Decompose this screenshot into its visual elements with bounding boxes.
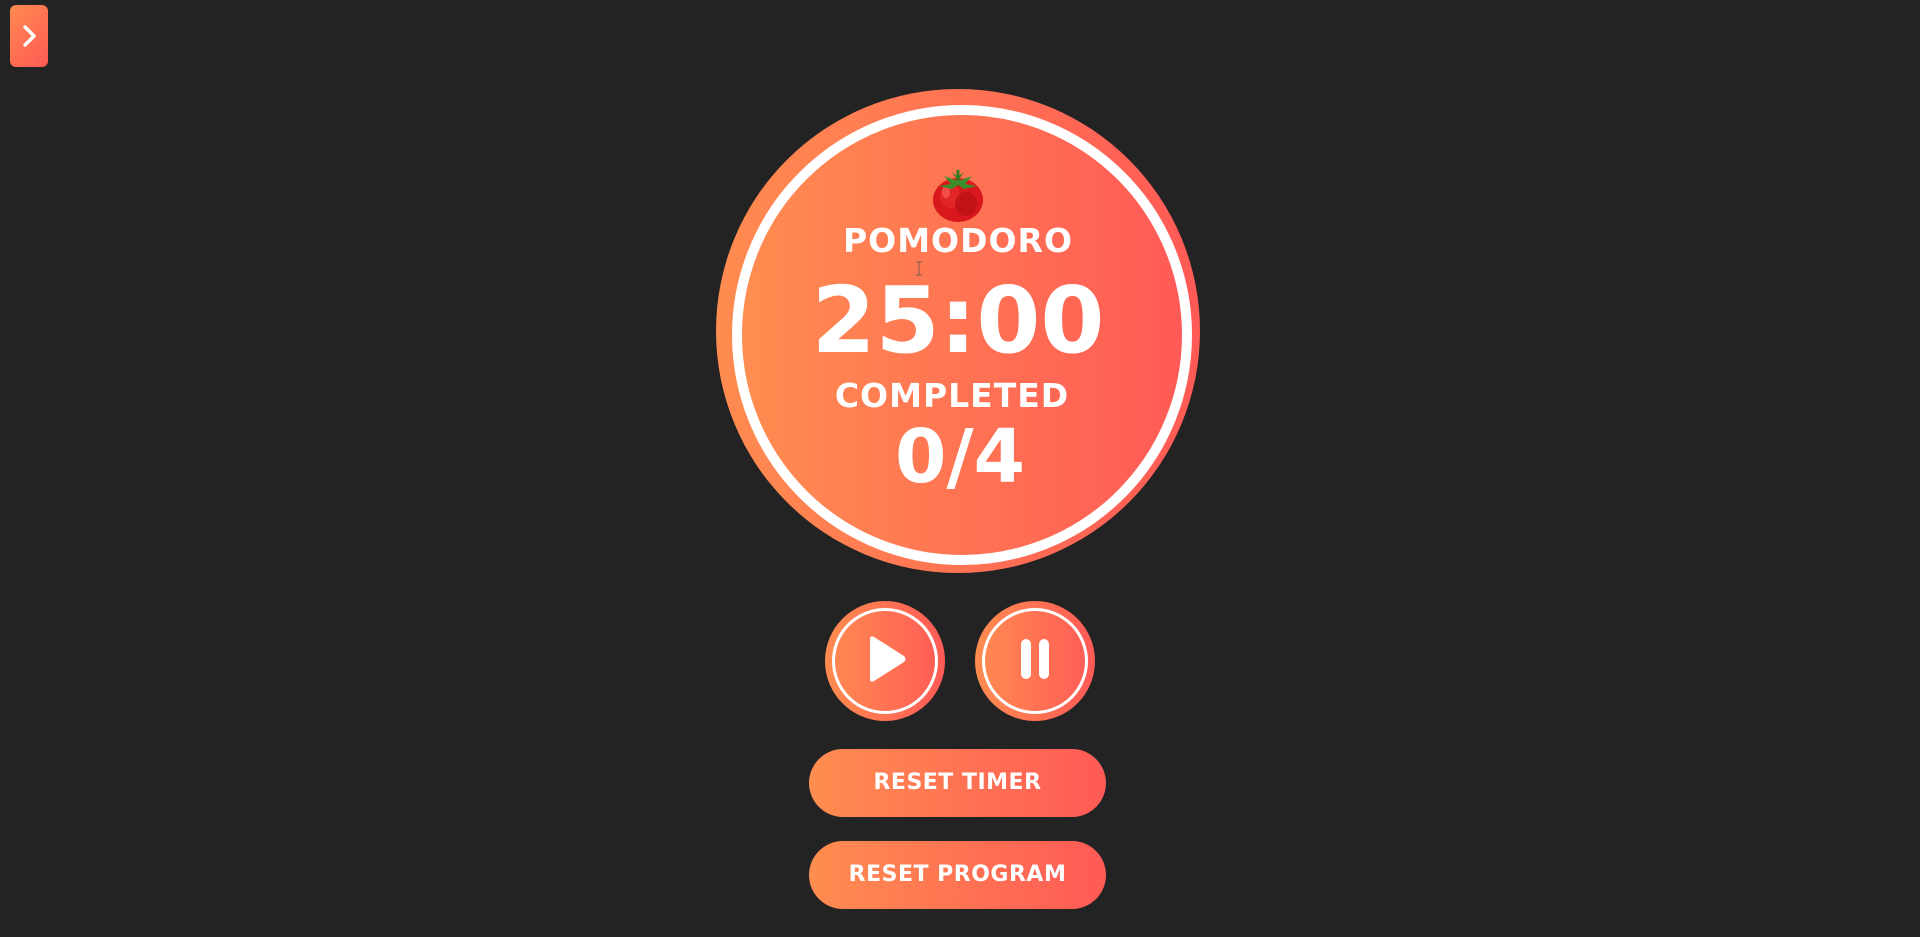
reset-program-button[interactable]: RESET PROGRAM (809, 841, 1106, 909)
tomato-icon (930, 164, 986, 224)
chevron-right-icon (19, 22, 39, 50)
completed-count: 0/4 (894, 414, 1025, 500)
play-icon (862, 634, 908, 688)
sidebar-toggle-button[interactable] (10, 5, 48, 67)
text-cursor-icon (915, 261, 923, 276)
timer-countdown: 25:00 (811, 267, 1105, 374)
timer-mode-label: POMODORO (842, 221, 1074, 260)
reset-timer-button[interactable]: RESET TIMER (809, 749, 1106, 817)
pause-button[interactable] (975, 601, 1095, 721)
completed-label: COMPLETED (834, 376, 1070, 415)
play-button[interactable] (825, 601, 945, 721)
pause-icon (1015, 636, 1055, 686)
